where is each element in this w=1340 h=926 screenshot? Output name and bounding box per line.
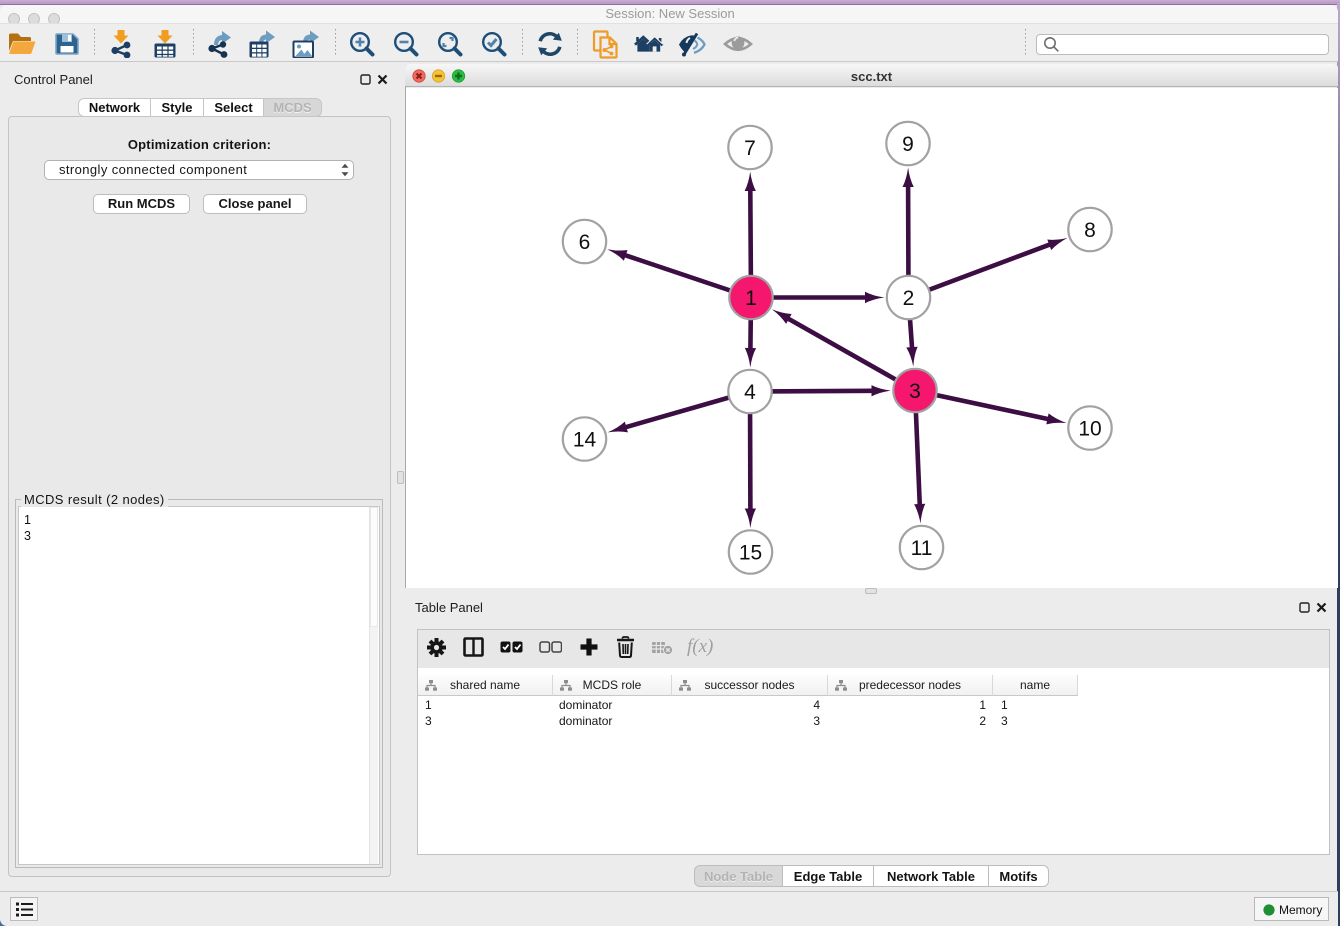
svg-text:15: 15 <box>739 542 762 565</box>
svg-text:1: 1 <box>745 287 757 310</box>
svg-text:7: 7 <box>744 137 756 160</box>
svg-text:9: 9 <box>902 133 914 156</box>
svg-text:2: 2 <box>903 287 915 310</box>
svg-text:8: 8 <box>1084 219 1096 242</box>
svg-text:6: 6 <box>579 231 591 254</box>
svg-text:10: 10 <box>1078 418 1101 441</box>
svg-text:3: 3 <box>909 380 921 403</box>
svg-text:11: 11 <box>911 537 933 560</box>
svg-text:4: 4 <box>744 381 756 404</box>
svg-text:14: 14 <box>573 429 597 452</box>
